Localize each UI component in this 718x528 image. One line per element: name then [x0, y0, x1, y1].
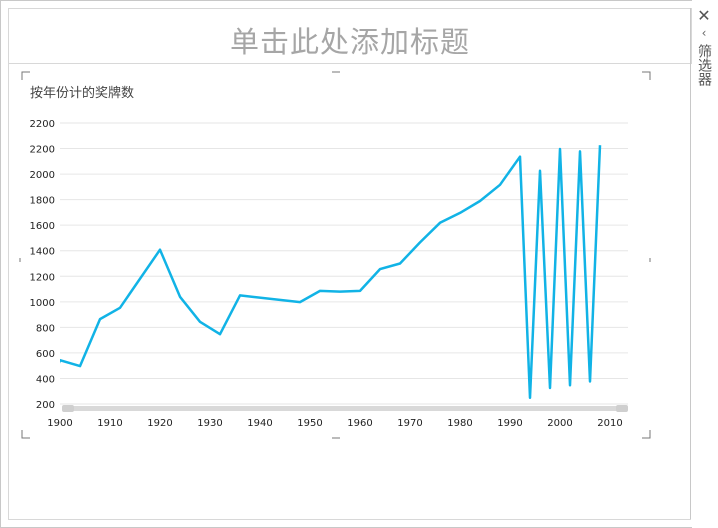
y-tick-label: 400	[36, 374, 55, 385]
y-tick-label: 800	[36, 323, 55, 334]
x-tick-label: 2000	[547, 418, 572, 429]
x-tick-label: 1940	[247, 418, 272, 429]
chart-title: 按年份计的奖牌数	[30, 85, 134, 101]
y-tick-label: 1600	[30, 221, 55, 232]
x-tick-label: 1920	[147, 418, 172, 429]
y-tick-label: 2200	[30, 119, 55, 130]
series-line	[60, 145, 602, 400]
y-tick-label: 2000	[30, 170, 55, 181]
chart-svg: 按年份计的奖牌数 200 400 600 800 1000 1200 1400 1600 180…	[19, 71, 651, 439]
x-tick-label: 1980	[447, 418, 472, 429]
y-tick-label: 600	[36, 349, 55, 360]
scrollbar-track[interactable]	[62, 406, 628, 411]
scrollbar-handle-right[interactable]	[616, 405, 628, 412]
x-tick-label: 1970	[397, 418, 422, 429]
y-tick-label: 1800	[30, 196, 55, 207]
grid-lines	[60, 122, 628, 405]
scrollbar-handle-left[interactable]	[62, 405, 74, 412]
y-tick-label: 1200	[30, 272, 55, 283]
x-axis-ticks: 1900 1910 1920 1930 1940 1950 1960 1970 1980 1990…	[47, 418, 622, 429]
y-tick-label: 1400	[30, 247, 55, 258]
x-tick-label: 1950	[297, 418, 322, 429]
x-tick-label: 1910	[97, 418, 122, 429]
y-tick-label: 2200	[30, 145, 55, 156]
horizontal-scrollbar[interactable]	[62, 405, 628, 412]
x-tick-label: 1990	[497, 418, 522, 429]
x-tick-label: 2010	[597, 418, 622, 429]
y-tick-label: 1000	[30, 298, 55, 309]
x-tick-label: 1960	[347, 418, 372, 429]
y-tick-label: 200	[36, 400, 55, 411]
x-tick-label: 1900	[47, 418, 72, 429]
y-axis-ticks: 200 400 600 800 1000 1200 1400 1600 1800 2000 2200…	[30, 119, 55, 411]
x-tick-label: 1930	[197, 418, 222, 429]
